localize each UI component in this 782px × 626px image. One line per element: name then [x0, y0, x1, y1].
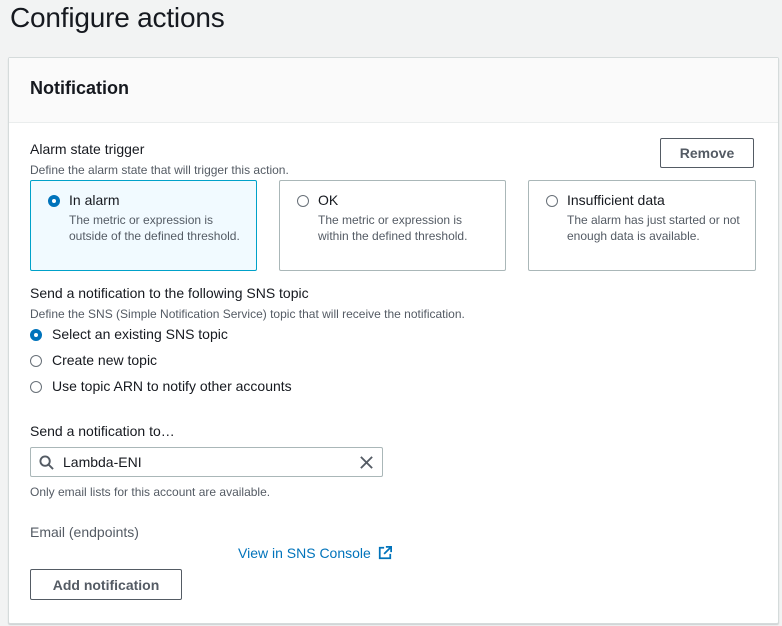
add-notification-button[interactable]: Add notification: [30, 569, 182, 600]
trigger-option-insufficient-data[interactable]: Insufficient data The alarm has just sta…: [528, 180, 756, 271]
alarm-state-trigger-description: Define the alarm state that will trigger…: [30, 163, 289, 177]
remove-button[interactable]: Remove: [660, 138, 754, 168]
radio-topic-arn[interactable]: [30, 381, 42, 393]
radio-in-alarm[interactable]: [48, 195, 60, 207]
trigger-option-title: OK: [318, 192, 339, 208]
radio-existing-topic[interactable]: [30, 329, 42, 341]
trigger-option-ok[interactable]: OK The metric or expression is within th…: [279, 180, 506, 271]
page-title: Configure actions: [10, 2, 225, 33]
email-endpoints-label: Email (endpoints): [30, 524, 139, 540]
radio-create-topic[interactable]: [30, 355, 42, 367]
sns-option-label: Use topic ARN to notify other accounts: [52, 378, 292, 394]
search-icon: [39, 455, 54, 475]
sns-topic-label: Send a notification to the following SNS…: [30, 285, 309, 301]
trigger-option-title: Insufficient data: [567, 192, 665, 208]
panel-header: Notification: [9, 58, 778, 123]
trigger-option-title: In alarm: [69, 192, 120, 208]
search-value: Lambda-ENI: [63, 454, 142, 470]
sns-option-label: Select an existing SNS topic: [52, 326, 228, 342]
notification-panel: Notification Alarm state trigger Define …: [8, 57, 779, 624]
clear-icon[interactable]: [359, 455, 374, 475]
panel-title: Notification: [30, 78, 129, 98]
trigger-option-description: The alarm has just started or not enough…: [567, 213, 740, 243]
send-to-hint: Only email lists for this account are av…: [30, 485, 271, 499]
trigger-option-in-alarm[interactable]: In alarm The metric or expression is out…: [30, 180, 257, 271]
alarm-state-trigger-label: Alarm state trigger: [30, 141, 145, 157]
sns-topic-description: Define the SNS (Simple Notification Serv…: [30, 307, 465, 321]
trigger-option-description: The metric or expression is outside of t…: [69, 213, 240, 243]
sns-option-label: Create new topic: [52, 352, 158, 368]
trigger-option-description: The metric or expression is within the d…: [318, 213, 468, 243]
topic-search-input[interactable]: Lambda-ENI: [30, 447, 383, 477]
radio-ok[interactable]: [297, 195, 309, 207]
sns-console-link[interactable]: View in SNS Console: [238, 545, 393, 565]
radio-insufficient-data[interactable]: [546, 195, 558, 207]
send-to-label: Send a notification to…: [30, 423, 175, 439]
sns-console-link-label[interactable]: View in SNS Console: [238, 545, 371, 561]
external-link-icon: [378, 546, 393, 565]
